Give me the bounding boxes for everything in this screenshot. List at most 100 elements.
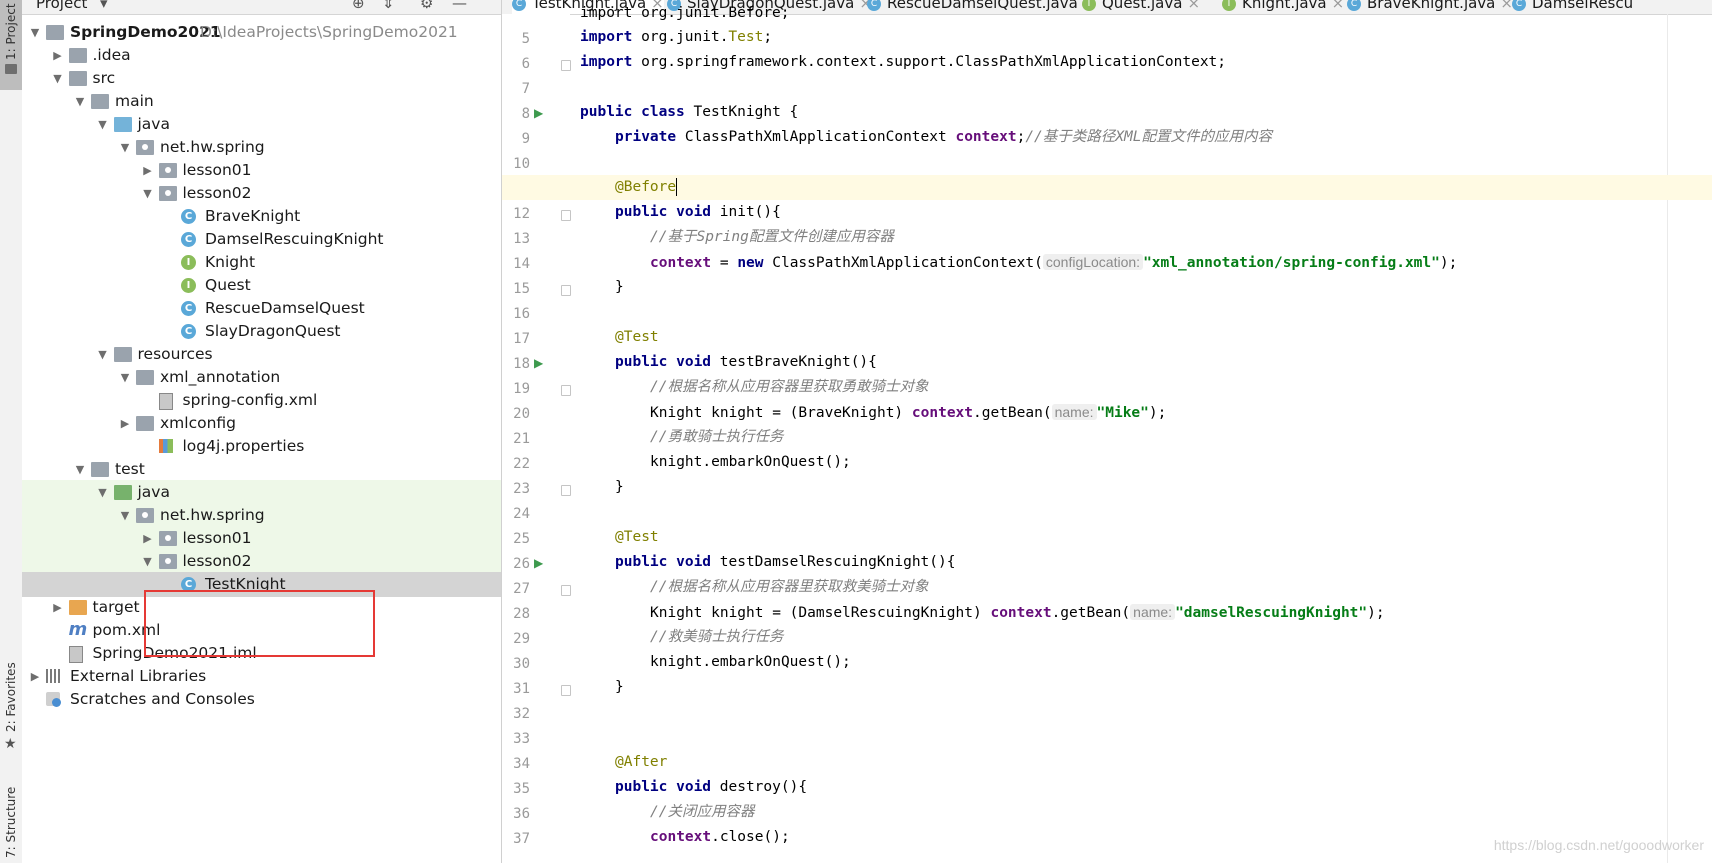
chevron-right-icon[interactable]: ▶ — [51, 43, 65, 68]
code-line[interactable]: //根据名称从应用容器里获取勇敢骑士对象 — [650, 375, 928, 400]
code-line[interactable]: @Test — [615, 325, 659, 350]
chevron-down-icon[interactable]: ▼ — [141, 549, 155, 574]
ide-window: 1: Project ★ 2: Favorites 7: Structure P… — [0, 0, 1712, 863]
code-line[interactable]: public void init(){ — [615, 200, 781, 225]
chevron-down-icon[interactable]: ▼ — [28, 20, 42, 45]
tree-item[interactable]: ▶ xmlconfig — [22, 411, 501, 436]
code-line[interactable]: } — [615, 275, 624, 300]
run-test-icon[interactable]: ▶ — [534, 106, 543, 120]
fold-marker-icon[interactable] — [561, 585, 571, 596]
tree-item[interactable]: ▶ .idea — [22, 43, 501, 68]
code-line[interactable]: } — [615, 475, 624, 500]
code-token: Knight knight = (BraveKnight) — [650, 405, 912, 421]
tree-item[interactable]: C BraveKnight — [22, 204, 501, 229]
code-line[interactable]: } — [615, 675, 624, 700]
editor-tab[interactable]: CRescueDamselQuest.java× — [867, 0, 1095, 14]
code-line[interactable]: public void testDamselRescuingKnight(){ — [615, 550, 955, 575]
project-panel-title[interactable]: Project — [36, 0, 87, 12]
collapse-all-icon[interactable]: ⇕ — [382, 0, 395, 12]
tree-item[interactable]: ▶ External Libraries — [22, 664, 501, 689]
code-line[interactable]: import org.junit.Before; — [580, 1, 790, 26]
star-icon: ★ — [4, 736, 17, 752]
tree-item[interactable]: ▼ resources — [22, 342, 501, 367]
chevron-down-icon[interactable]: ▼ — [96, 342, 110, 367]
chevron-down-icon[interactable]: ▼ — [73, 89, 87, 114]
tree-item[interactable]: ▼ net.hw.spring — [22, 503, 501, 528]
chevron-down-icon[interactable]: ▼ — [96, 112, 110, 137]
code-line[interactable]: @After — [615, 750, 667, 775]
code-line[interactable]: //根据名称从应用容器里获取救美骑士对象 — [650, 575, 928, 600]
tree-item[interactable]: ▼ main — [22, 89, 501, 114]
run-test-icon[interactable]: ▶ — [534, 356, 543, 370]
tree-item[interactable]: log4j.properties — [22, 434, 501, 459]
code-line[interactable]: context.close(); — [650, 825, 790, 850]
tree-item[interactable]: ▶ lesson01 — [22, 526, 501, 551]
chevron-right-icon[interactable]: ▶ — [118, 411, 132, 436]
tree-item[interactable]: Scratches and Consoles — [22, 687, 501, 712]
editor-tab[interactable]: C DamselRescu — [1512, 0, 1633, 14]
tree-item[interactable]: ▼ SpringDemo2021 D:\IdeaProjects\SpringDem… — [22, 20, 501, 45]
code-line[interactable]: public void destroy(){ — [615, 775, 807, 800]
code-line[interactable]: private ClassPathXmlApplicationContext c… — [615, 125, 1272, 150]
tree-item[interactable]: I Quest — [22, 273, 501, 298]
tree-item[interactable]: ▼ lesson02 — [22, 549, 501, 574]
close-icon[interactable]: × — [1187, 0, 1200, 12]
editor-tab[interactable]: I Knight.java × — [1222, 0, 1344, 14]
fold-marker-icon[interactable] — [561, 285, 571, 296]
code-line[interactable]: import org.springframework.context.suppo… — [580, 50, 1226, 75]
chevron-down-icon[interactable]: ▼ — [118, 503, 132, 528]
minimize-icon[interactable]: — — [452, 0, 467, 12]
fold-marker-icon[interactable] — [561, 60, 571, 71]
tree-item[interactable]: ▼ java — [22, 480, 501, 505]
tree-item[interactable]: ▼ xml_annotation — [22, 365, 501, 390]
code-line[interactable]: Knight knight = (DamselRescuingKnight) c… — [650, 600, 1385, 625]
chevron-down-icon[interactable]: ▼ — [118, 365, 132, 390]
code-line[interactable]: knight.embarkOnQuest(); — [650, 650, 851, 675]
code-line[interactable]: //救美骑士执行任务 — [650, 625, 783, 650]
code-line[interactable]: //勇敢骑士执行任务 — [650, 425, 783, 450]
tree-item[interactable]: ▼ net.hw.spring — [22, 135, 501, 160]
tree-item[interactable]: C SlayDragonQuest — [22, 319, 501, 344]
editor-tab[interactable]: C BraveKnight.java × — [1347, 0, 1513, 14]
tree-item[interactable]: ▼ test — [22, 457, 501, 482]
tree-item[interactable]: ▼ java — [22, 112, 501, 137]
tree-item[interactable]: ▼ lesson02 — [22, 181, 501, 206]
run-test-icon[interactable]: ▶ — [534, 556, 543, 570]
locate-icon[interactable]: ⊕ — [352, 0, 365, 12]
chevron-down-icon[interactable]: ▼ — [118, 135, 132, 160]
code-line[interactable]: knight.embarkOnQuest(); — [650, 450, 851, 475]
editor-tab[interactable]: I Quest.java × — [1082, 0, 1200, 14]
chevron-right-icon[interactable]: ▶ — [51, 595, 65, 620]
fold-marker-icon[interactable] — [561, 485, 571, 496]
chevron-down-icon[interactable]: ▼ — [141, 181, 155, 206]
code-line[interactable]: //关闭应用容器 — [650, 800, 754, 825]
gear-icon[interactable]: ⚙ — [420, 0, 433, 12]
code-line[interactable]: @Before — [615, 175, 678, 200]
fold-marker-icon[interactable] — [561, 685, 571, 696]
tree-item[interactable]: C DamselRescuingKnight — [22, 227, 501, 252]
code-line[interactable]: public class TestKnight { — [580, 100, 798, 125]
chevron-right-icon[interactable]: ▶ — [28, 664, 42, 689]
close-icon[interactable]: × — [1332, 0, 1345, 12]
code-line[interactable]: context = new ClassPathXmlApplicationCon… — [650, 250, 1457, 275]
chevron-down-icon[interactable]: ▼ — [51, 66, 65, 91]
tree-item[interactable]: spring-config.xml — [22, 388, 501, 413]
tree-item[interactable]: I Knight — [22, 250, 501, 275]
chevron-down-icon[interactable]: ▾ — [100, 0, 108, 12]
chevron-down-icon[interactable]: ▼ — [73, 457, 87, 482]
tree-item[interactable]: C RescueDamselQuest — [22, 296, 501, 321]
tree-item[interactable]: ▶ lesson01 — [22, 158, 501, 183]
fold-marker-icon[interactable] — [561, 210, 571, 221]
chevron-down-icon[interactable]: ▼ — [96, 480, 110, 505]
code-line[interactable]: Knight knight = (BraveKnight) context.ge… — [650, 400, 1166, 425]
code-line[interactable]: public void testBraveKnight(){ — [615, 350, 877, 375]
code-line[interactable]: import org.junit.Test; — [580, 25, 772, 50]
project-tool-tab[interactable]: 1: Project — [0, 0, 22, 90]
code-line[interactable]: //基于Spring配置文件创建应用容器 — [650, 225, 894, 250]
tree-item[interactable]: ▼ src — [22, 66, 501, 91]
fold-marker-icon[interactable] — [561, 385, 571, 396]
chevron-right-icon[interactable]: ▶ — [141, 158, 155, 183]
tree-item-label: SpringDemo2021 — [70, 23, 221, 41]
chevron-right-icon[interactable]: ▶ — [141, 526, 155, 551]
code-line[interactable]: @Test — [615, 525, 659, 550]
